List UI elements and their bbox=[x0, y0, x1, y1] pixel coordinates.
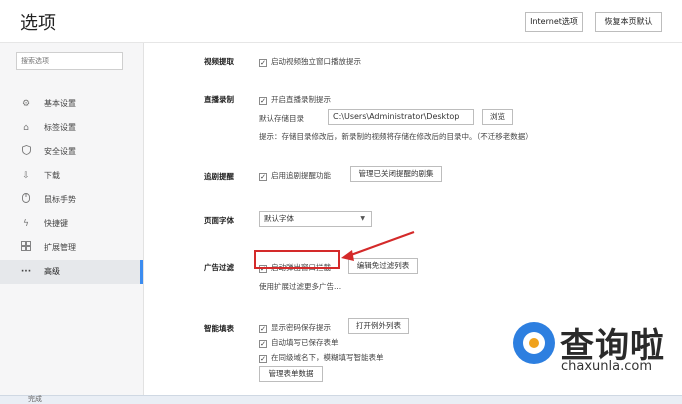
watermark-logo-icon bbox=[513, 322, 555, 364]
watermark-url: chaxunla.com bbox=[561, 359, 652, 374]
